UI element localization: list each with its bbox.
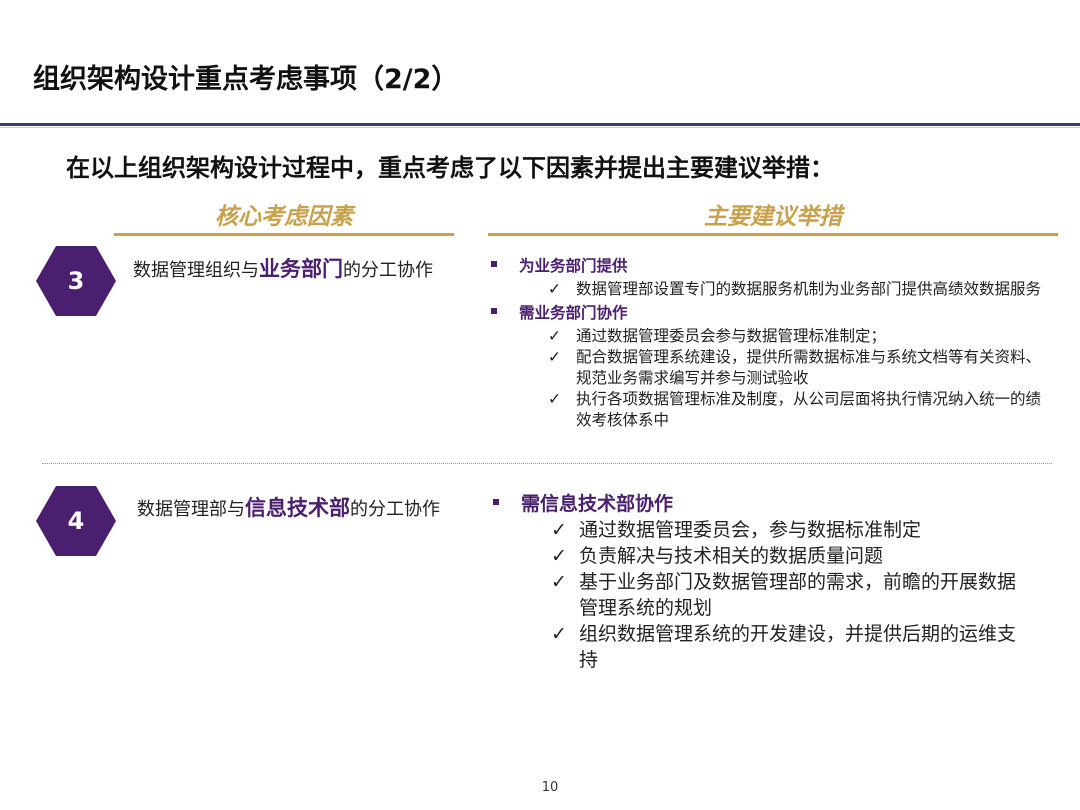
column-header-factors-rule (114, 233, 454, 236)
row-divider (42, 463, 1052, 464)
checkmark-icon: ✓ (548, 327, 561, 345)
checkmark-icon: ✓ (551, 623, 567, 645)
factor-text: 数据管理部与信息技术部的分工协作 (137, 496, 457, 522)
measure-item: ✓ 数据管理部设置专门的数据服务机制为业务部门提供高绩效数据服务 (548, 280, 1042, 298)
factor-text: 数据管理组织与业务部门的分工协作 (133, 257, 465, 283)
column-header-measures: 主要建议举措 (704, 204, 842, 230)
measure-group-heading: 为业务部门提供 (491, 256, 1051, 277)
slide-subtitle: 在以上组织架构设计过程中，重点考虑了以下因素并提出主要建议举措： (66, 154, 834, 182)
title-divider-shadow (0, 127, 1080, 128)
square-bullet-icon (493, 498, 499, 505)
checkmark-icon: ✓ (551, 571, 567, 593)
measure-item: ✓ 基于业务部门及数据管理部的需求，前瞻的开展数据管理系统的规划 (551, 571, 1017, 619)
checkmark-icon: ✓ (548, 348, 561, 366)
measure-item: ✓ 负责解决与技术相关的数据质量问题 (551, 545, 884, 567)
factor-text-highlight: 信息技术部 (245, 496, 350, 520)
square-bullet-icon (491, 307, 497, 314)
measure-item: ✓ 配合数据管理系统建设，提供所需数据标准与系统文档等有关资料、规范业务需求编写并… (548, 348, 1042, 387)
checkmark-icon: ✓ (548, 280, 561, 298)
measures-list: 为业务部门提供 ✓ 数据管理部设置专门的数据服务机制为业务部门提供高绩效数据服务 … (491, 256, 1051, 431)
slide-title: 组织架构设计重点考虑事项（2/2） (33, 64, 459, 95)
factor-text-highlight: 业务部门 (259, 257, 343, 281)
checkmark-icon: ✓ (551, 519, 567, 541)
page-number: 10 (541, 780, 559, 795)
measure-item: ✓ 通过数据管理委员会参与数据管理标准制定； (548, 327, 887, 345)
column-header-measures-rule (488, 233, 1058, 236)
square-bullet-icon (491, 260, 497, 267)
factor-number-badge: 3 (36, 246, 116, 316)
factor-number-badge: 4 (36, 486, 116, 556)
checkmark-icon: ✓ (548, 390, 561, 408)
factor-text-pre: 数据管理组织与 (133, 260, 259, 281)
factor-text-pre: 数据管理部与 (137, 499, 245, 520)
measure-item: ✓ 执行各项数据管理标准及制度，从公司层面将执行情况纳入统一的绩效考核体系中 (548, 390, 1042, 429)
measure-group-heading: 需信息技术部协作 (493, 491, 1033, 517)
measure-group-heading: 需业务部门协作 (491, 303, 1051, 324)
column-header-factors: 核心考虑因素 (215, 204, 353, 230)
measure-item: ✓ 组织数据管理系统的开发建设，并提供后期的运维支持 (551, 623, 1017, 671)
title-divider (0, 123, 1080, 126)
checkmark-icon: ✓ (551, 545, 567, 567)
measures-list: 需信息技术部协作 ✓ 通过数据管理委员会，参与数据标准制定 ✓ 负责解决与技术相关的… (493, 491, 1033, 673)
measure-item: ✓ 通过数据管理委员会，参与数据标准制定 (551, 519, 922, 541)
factor-text-post: 的分工协作 (350, 499, 440, 520)
factor-text-post: 的分工协作 (343, 260, 433, 281)
